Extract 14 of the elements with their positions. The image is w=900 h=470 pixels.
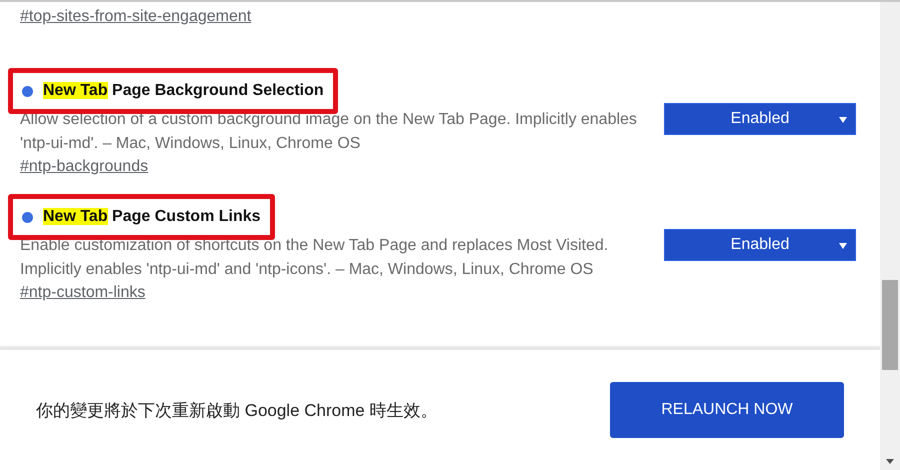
scroll-down-icon[interactable] xyxy=(886,459,894,464)
flag-link[interactable]: #top-sites-from-site-engagement xyxy=(20,8,252,25)
scrollbar-thumb[interactable] xyxy=(882,280,898,370)
relaunch-message: 你的變更將於下次重新啟動 Google Chrome 時生效。 xyxy=(36,400,438,422)
relaunch-button[interactable]: RELAUNCH NOW xyxy=(610,382,844,438)
scrollbar[interactable] xyxy=(880,2,900,470)
flag-title: New Tab Page Background Selection xyxy=(43,82,324,100)
caret-icon xyxy=(839,243,847,249)
flag-dropdown[interactable]: Enabled xyxy=(664,229,856,261)
caret-icon xyxy=(839,117,847,123)
flag-dropdown[interactable]: Enabled xyxy=(664,103,856,135)
flag-link[interactable]: #ntp-custom-links xyxy=(20,284,146,301)
flag-link[interactable]: #ntp-backgrounds xyxy=(20,158,148,175)
flag-title: New Tab Page Custom Links xyxy=(43,208,261,226)
